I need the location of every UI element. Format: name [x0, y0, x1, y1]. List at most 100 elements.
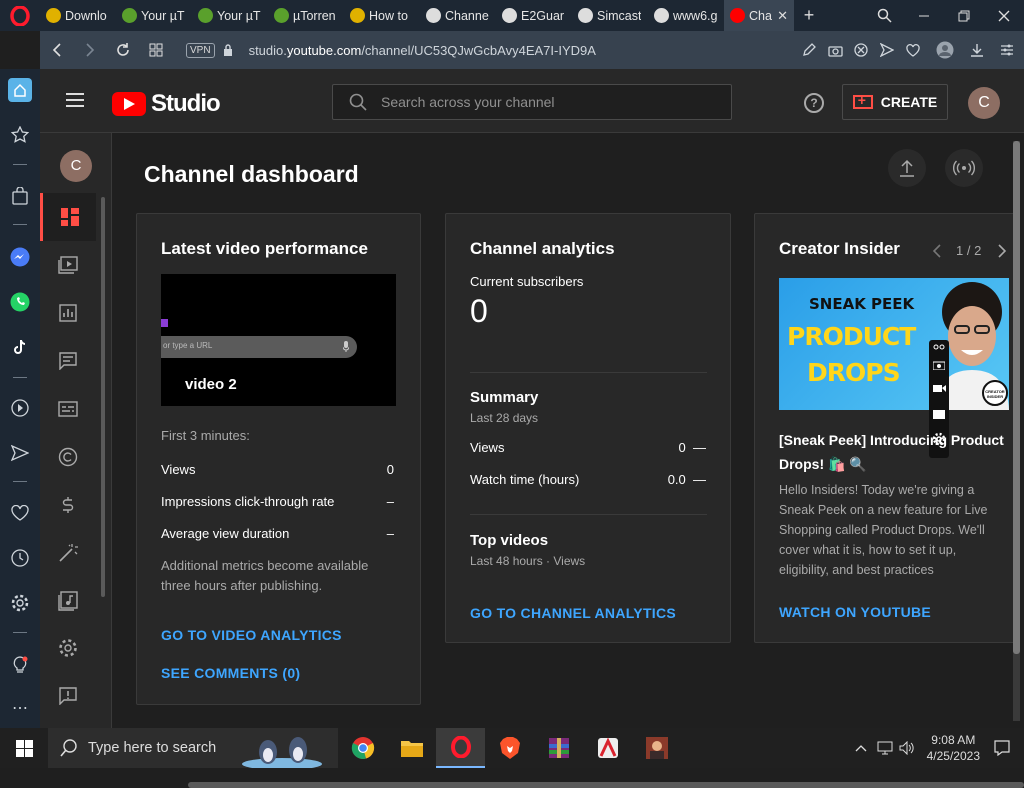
url-field[interactable]: studio.youtube.com/channel/UC53QJwGcbAvy…	[249, 43, 596, 58]
notifications-icon[interactable]	[994, 740, 1010, 756]
account-avatar[interactable]: C	[968, 87, 1000, 119]
speed-dial-grid-icon[interactable]	[139, 31, 172, 69]
back-button[interactable]	[40, 31, 73, 69]
taskbar-search[interactable]: Type here to search	[48, 728, 338, 768]
speed-dial-star-icon[interactable]	[8, 123, 32, 147]
file-explorer-taskbar-icon[interactable]	[387, 728, 436, 768]
insider-thumbnail[interactable]: SNEAK PEEK PRODUCT DROPS CREATOR INSIDER	[779, 278, 1009, 410]
channel-avatar[interactable]: C	[60, 150, 92, 182]
browser-search-icon[interactable]	[864, 0, 904, 31]
link-icon[interactable]	[933, 344, 945, 350]
studio-logo-text: Studio	[151, 90, 221, 117]
nav-settings-icon[interactable]	[40, 624, 96, 672]
go-live-icon[interactable]	[945, 149, 983, 187]
upload-icon[interactable]	[888, 149, 926, 187]
vpn-badge[interactable]: VPN	[186, 42, 215, 58]
flow-send-icon[interactable]	[8, 441, 32, 465]
browser-tab[interactable]: Simcast	[572, 0, 648, 31]
nav-comments-icon[interactable]	[40, 337, 96, 385]
clock[interactable]: 9:08 AM 4/25/2023	[927, 732, 980, 764]
browser-tab[interactable]: Your µT	[192, 0, 268, 31]
video-record-icon[interactable]	[933, 384, 946, 393]
shopping-icon[interactable]	[8, 184, 32, 208]
profile-icon[interactable]	[926, 31, 964, 69]
new-tab-button[interactable]: +	[794, 5, 824, 26]
volume-icon[interactable]	[899, 741, 915, 755]
heart-icon[interactable]	[900, 31, 926, 69]
window-capture-icon[interactable]	[933, 408, 945, 419]
creator-insider-card: Creator Insider 1 / 2 SNEAK PEEK PRODUCT…	[754, 213, 1018, 643]
nav-feedback-icon[interactable]	[40, 672, 96, 720]
camera-icon[interactable]	[822, 31, 848, 69]
reload-button[interactable]	[106, 31, 139, 69]
nav-analytics-icon[interactable]	[40, 289, 96, 337]
opera-taskbar-icon[interactable]	[436, 728, 485, 768]
channel-search[interactable]	[332, 84, 732, 120]
nav-scrollbar[interactable]	[101, 197, 105, 597]
vertical-scrollbar[interactable]	[1013, 141, 1020, 721]
nav-subtitles-icon[interactable]	[40, 385, 96, 433]
start-windows-icon[interactable]	[0, 728, 48, 768]
minimize-button[interactable]	[904, 0, 944, 31]
easy-setup-icon[interactable]	[990, 31, 1024, 69]
nav-copyright-icon[interactable]	[40, 433, 96, 481]
video-thumbnail[interactable]: or type a URL video 2	[161, 274, 396, 406]
winrar-taskbar-icon[interactable]	[534, 728, 583, 768]
messenger-icon[interactable]	[8, 245, 32, 269]
whatsapp-icon[interactable]	[8, 290, 32, 314]
browser-tab[interactable]: Your µT	[116, 0, 192, 31]
download-icon[interactable]	[964, 31, 990, 69]
browser-tab[interactable]: µTorren	[268, 0, 344, 31]
tab-favicon-icon	[426, 8, 441, 23]
show-hidden-icons-chevron[interactable]	[855, 744, 867, 752]
nav-customization-icon[interactable]	[40, 529, 96, 577]
game-taskbar-icon[interactable]	[632, 728, 681, 768]
chrome-taskbar-icon[interactable]	[338, 728, 387, 768]
menu-hamburger-icon[interactable]	[66, 93, 84, 107]
screenshot-camera-icon[interactable]	[933, 360, 945, 370]
browser-tab[interactable]: Cha ✕	[724, 0, 794, 31]
forward-button[interactable]	[73, 31, 106, 69]
brave-taskbar-icon[interactable]	[485, 728, 534, 768]
history-clock-icon[interactable]	[8, 546, 32, 570]
watch-on-youtube-link[interactable]: WATCH ON YOUTUBE	[779, 604, 931, 620]
video-analytics-link[interactable]: GO TO VIDEO ANALYTICS	[161, 627, 342, 643]
app-taskbar-icon[interactable]	[583, 728, 632, 768]
browser-tab[interactable]: How to	[344, 0, 420, 31]
close-tab-icon[interactable]: ✕	[777, 8, 788, 24]
nav-dashboard-icon[interactable]	[40, 193, 96, 241]
see-comments-link[interactable]: SEE COMMENTS (0)	[161, 665, 300, 681]
search-input[interactable]	[381, 94, 711, 110]
help-icon[interactable]: ?	[804, 93, 824, 113]
chevron-left-icon[interactable]	[932, 244, 942, 258]
summary-row: Watch time (hours) 0.0 —	[470, 472, 706, 487]
player-icon[interactable]	[8, 396, 32, 420]
browser-tab[interactable]: www6.g	[648, 0, 724, 31]
home-icon[interactable]	[8, 78, 32, 102]
browser-tab[interactable]: E2Guar	[496, 0, 572, 31]
channel-analytics-link[interactable]: GO TO CHANNEL ANALYTICS	[470, 605, 676, 621]
chevron-right-icon[interactable]	[997, 244, 1007, 258]
browser-tab[interactable]: Channe	[420, 0, 496, 31]
browser-tab[interactable]: Downlo	[40, 0, 116, 31]
nav-audio-library-icon[interactable]	[40, 577, 96, 625]
close-window-button[interactable]	[984, 0, 1024, 31]
bookmarks-heart-icon[interactable]	[8, 501, 32, 525]
more-dots-icon[interactable]: ⋯	[8, 696, 32, 720]
adblock-icon[interactable]	[848, 31, 874, 69]
insider-headline[interactable]: [Sneak Peek] Introducing Product Drops! …	[779, 428, 1017, 476]
network-icon[interactable]	[877, 741, 893, 755]
opera-menu-icon[interactable]	[0, 0, 40, 31]
studio-logo[interactable]: Studio	[112, 90, 221, 118]
tiktok-icon[interactable]	[8, 335, 32, 359]
clock-date: 4/25/2023	[926, 749, 980, 763]
create-button[interactable]: CREATE	[842, 84, 948, 120]
restore-button[interactable]	[944, 0, 984, 31]
horizontal-scrollbar[interactable]	[188, 782, 1024, 788]
settings-gear-icon[interactable]	[8, 591, 32, 615]
nav-earn-icon[interactable]	[40, 481, 96, 529]
tips-bulb-icon[interactable]	[8, 653, 32, 677]
send-icon[interactable]	[874, 31, 900, 69]
edit-icon[interactable]	[796, 31, 822, 69]
nav-content-icon[interactable]	[40, 241, 96, 289]
